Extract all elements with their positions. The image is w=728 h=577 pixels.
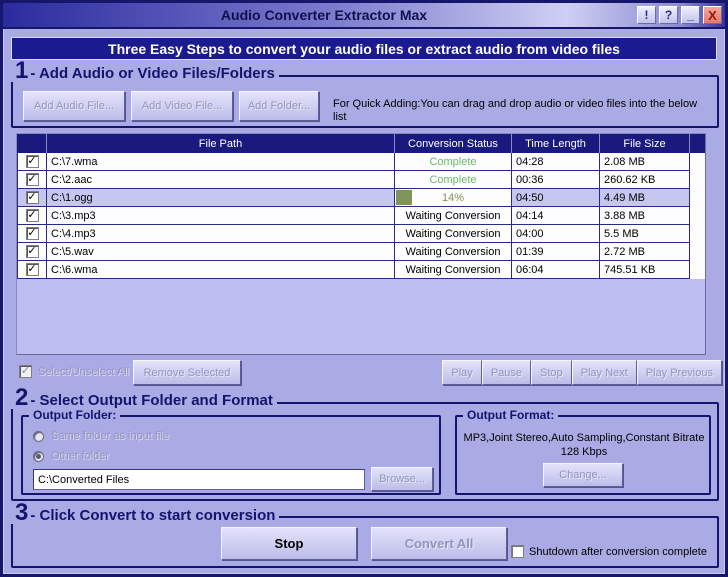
help-button[interactable]: ? <box>659 6 678 24</box>
file-path: C:\4.mp3 <box>47 225 395 243</box>
conversion-status: Waiting Conversion <box>395 261 512 279</box>
conversion-status: Complete <box>395 171 512 189</box>
file-size: 3.88 MB <box>600 207 690 225</box>
progress-percent: 14% <box>441 191 465 204</box>
file-size: 745.51 KB <box>600 261 690 279</box>
minimize-button[interactable]: _ <box>681 6 700 24</box>
step1-title: - Add Audio or Video Files/Folders <box>30 65 275 82</box>
window-title: Audio Converter Extractor Max <box>220 7 428 23</box>
radio-same-folder[interactable]: Same folder as input file <box>33 430 169 442</box>
select-all-label: Select/Unselect All <box>38 365 130 378</box>
shutdown-label: Shutdown after conversion complete <box>529 545 707 558</box>
output-format-label: Output Format: <box>463 408 559 422</box>
time-length: 04:50 <box>512 189 600 207</box>
file-path: C:\5.wav <box>47 243 395 261</box>
file-size: 2.72 MB <box>600 243 690 261</box>
file-path: C:\6.wma <box>47 261 395 279</box>
add-folder-button[interactable]: Add Folder... <box>239 91 319 121</box>
table-row[interactable]: ✓ C:\2.aac Complete 00:36 260.62 KB <box>17 171 705 189</box>
play-next-button[interactable]: Play Next <box>571 360 637 385</box>
radio-other-folder[interactable]: Other folder <box>33 450 109 462</box>
add-audio-file-button[interactable]: Add Audio File... <box>23 91 125 121</box>
shutdown-option[interactable]: ✓ Shutdown after conversion complete <box>511 545 707 558</box>
conversion-status: Waiting Conversion <box>395 207 512 225</box>
row-checkbox[interactable]: ✓ <box>25 155 39 168</box>
play-previous-button[interactable]: Play Previous <box>636 360 722 385</box>
step3-heading: 3 - Click Convert to start conversion <box>11 499 280 526</box>
table-row[interactable]: ✓ C:\5.wav Waiting Conversion 01:39 2.72… <box>17 243 705 261</box>
table-row[interactable]: ✓ C:\3.mp3 Waiting Conversion 04:14 3.88… <box>17 207 705 225</box>
time-length: 01:39 <box>512 243 600 261</box>
row-checkbox[interactable]: ✓ <box>25 191 39 204</box>
play-button[interactable]: Play <box>442 360 482 385</box>
conversion-progress-cell: 14% <box>395 189 512 207</box>
table-row[interactable]: ✓ C:\7.wma Complete 04:28 2.08 MB <box>17 153 705 171</box>
step1-number: 1 <box>15 57 29 84</box>
file-path: C:\2.aac <box>47 171 395 189</box>
change-format-button[interactable]: Change... <box>543 463 623 487</box>
pause-button[interactable]: Pause <box>481 360 532 385</box>
radio-same-folder-circle[interactable] <box>33 430 44 442</box>
step2-title: - Select Output Folder and Format <box>30 392 273 409</box>
radio-same-folder-label: Same folder as input file <box>51 430 170 442</box>
file-size: 2.08 MB <box>600 153 690 171</box>
quick-add-hint: For Quick Adding:You can drag and drop a… <box>333 98 698 123</box>
conversion-status: Waiting Conversion <box>395 243 512 261</box>
time-length: 04:00 <box>512 225 600 243</box>
select-unselect-all[interactable]: ✓ Select/Unselect All <box>19 365 129 378</box>
browse-button[interactable]: Browse... <box>371 467 433 491</box>
row-checkbox[interactable]: ✓ <box>25 209 39 222</box>
title-bar: Audio Converter Extractor Max ! ? _ X <box>3 3 725 29</box>
info-button[interactable]: ! <box>637 6 656 24</box>
time-length: 00:36 <box>512 171 600 189</box>
table-row[interactable]: ✓ C:\6.wma Waiting Conversion 06:04 745.… <box>17 261 705 279</box>
step1-heading: 1 - Add Audio or Video Files/Folders <box>11 57 279 84</box>
banner-text: Three Easy Steps to convert your audio f… <box>11 37 717 60</box>
app-window: Audio Converter Extractor Max ! ? _ X Th… <box>0 0 728 577</box>
row-checkbox[interactable]: ✓ <box>25 227 39 240</box>
row-checkbox[interactable]: ✓ <box>25 245 39 258</box>
time-length: 06:04 <box>512 261 600 279</box>
select-all-checkbox[interactable]: ✓ <box>19 365 32 378</box>
row-checkbox[interactable]: ✓ <box>25 173 39 186</box>
file-size: 260.62 KB <box>600 171 690 189</box>
output-format-description: MP3,Joint Stereo,Auto Sampling,Constant … <box>463 432 705 458</box>
stop-conversion-button[interactable]: Stop <box>221 527 357 560</box>
header-file-size[interactable]: File Size <box>600 134 690 153</box>
header-conversion-status[interactable]: Conversion Status <box>395 134 512 153</box>
file-path: C:\1.ogg <box>47 189 395 207</box>
time-length: 04:28 <box>512 153 600 171</box>
header-time-length[interactable]: Time Length <box>512 134 600 153</box>
radio-other-folder-label: Other folder <box>51 450 110 462</box>
row-checkbox[interactable]: ✓ <box>25 263 39 276</box>
file-list[interactable]: File Path Conversion Status Time Length … <box>16 133 706 355</box>
table-row[interactable]: ✓ C:\4.mp3 Waiting Conversion 04:00 5.5 … <box>17 225 705 243</box>
close-button[interactable]: X <box>703 6 722 24</box>
convert-all-button[interactable]: Convert All <box>371 527 507 560</box>
step2-number: 2 <box>15 384 29 411</box>
step2-heading: 2 - Select Output Folder and Format <box>11 384 277 411</box>
file-path: C:\7.wma <box>47 153 395 171</box>
stop-playback-button[interactable]: Stop <box>531 360 572 385</box>
conversion-status: Complete <box>395 153 512 171</box>
file-size: 5.5 MB <box>600 225 690 243</box>
remove-selected-button[interactable]: Remove Selected <box>133 360 241 385</box>
playback-controls: Play Pause Stop Play Next Play Previous <box>442 360 722 385</box>
file-size: 4.49 MB <box>600 189 690 207</box>
radio-other-folder-circle[interactable] <box>33 450 44 462</box>
step3-title: - Click Convert to start conversion <box>30 507 276 524</box>
shutdown-checkbox[interactable]: ✓ <box>511 545 524 558</box>
header-file-path[interactable]: File Path <box>47 134 395 153</box>
output-folder-input[interactable]: C:\Converted Files <box>33 469 365 490</box>
conversion-status: Waiting Conversion <box>395 225 512 243</box>
file-path: C:\3.mp3 <box>47 207 395 225</box>
step3-number: 3 <box>15 499 29 526</box>
output-folder-label: Output Folder: <box>29 408 121 422</box>
file-list-header: File Path Conversion Status Time Length … <box>17 134 705 153</box>
add-video-file-button[interactable]: Add Video File... <box>131 91 233 121</box>
table-row-selected[interactable]: ✓ C:\1.ogg 14% 04:50 4.49 MB <box>17 189 705 207</box>
time-length: 04:14 <box>512 207 600 225</box>
header-checkbox-column <box>17 134 47 153</box>
